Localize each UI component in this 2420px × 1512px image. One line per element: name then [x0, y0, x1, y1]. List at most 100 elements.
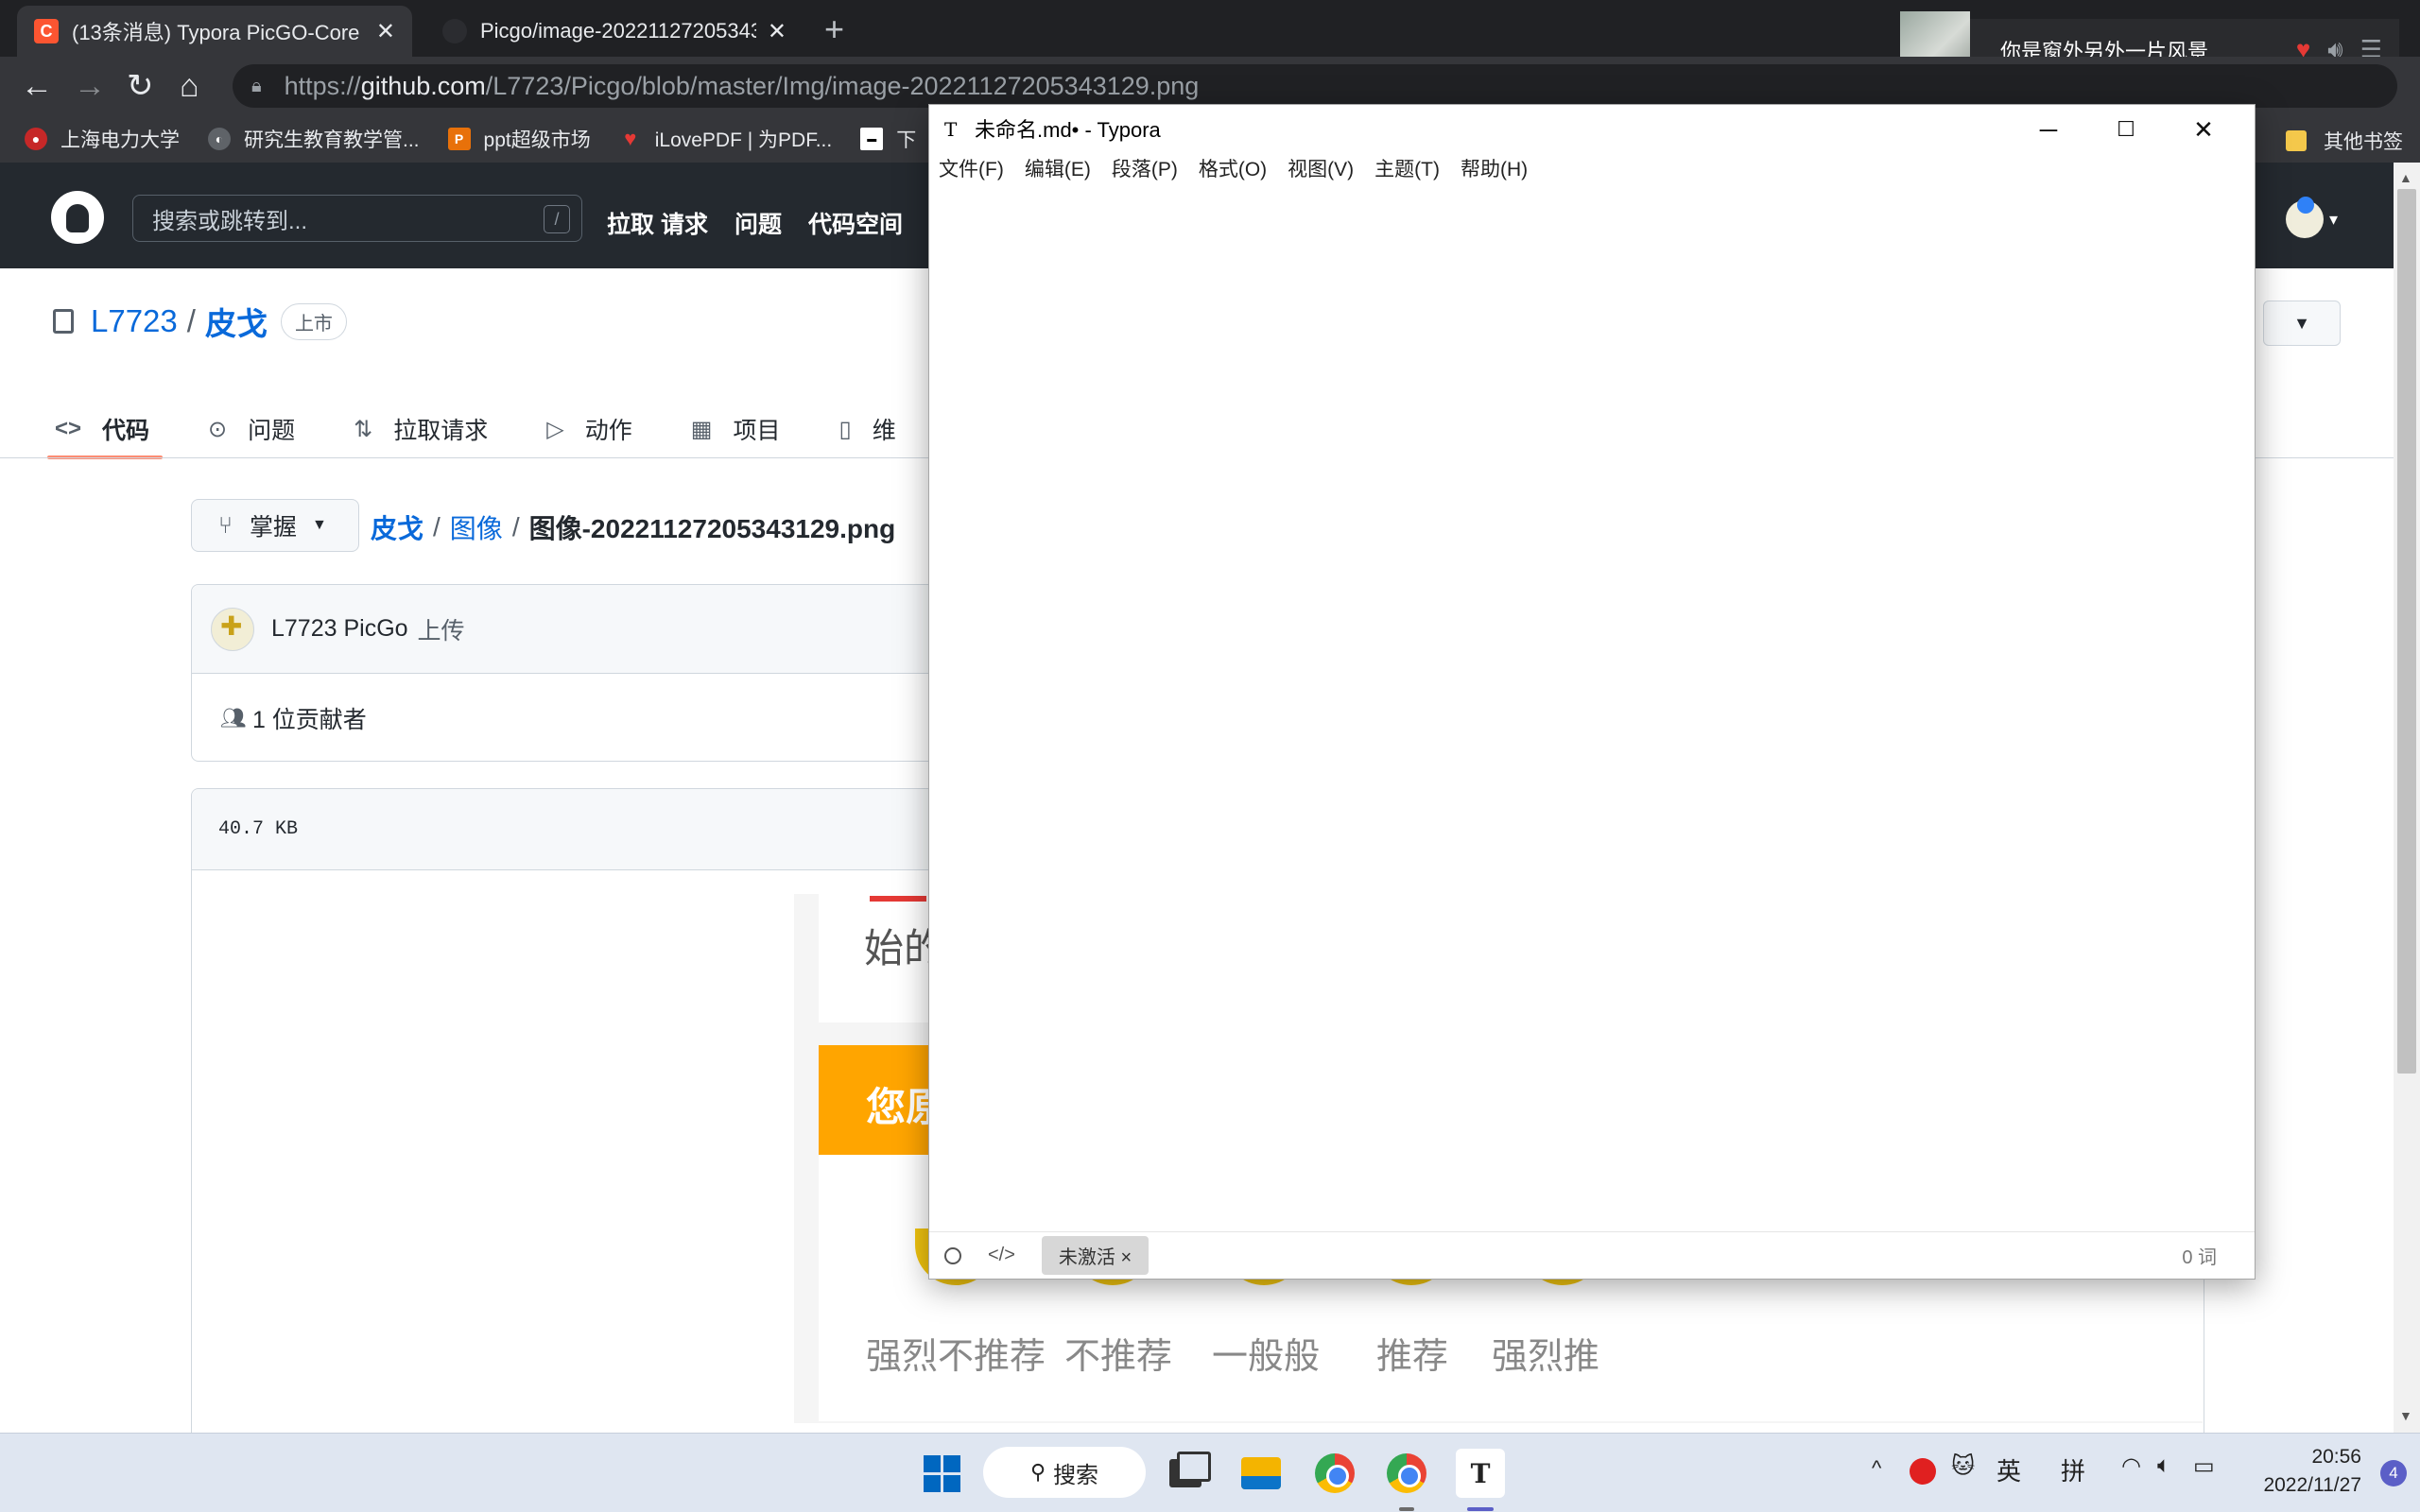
avatar[interactable]: [2286, 197, 2324, 238]
address-bar[interactable]: 🔒︎ https://github.com/L7723/Picgo/blob/m…: [233, 64, 2397, 108]
breadcrumb-repo[interactable]: 皮戈: [371, 508, 424, 546]
menu-view[interactable]: 视图(V): [1288, 154, 1354, 182]
ime-mode[interactable]: 拼: [2061, 1452, 2085, 1487]
repo-name-link[interactable]: 皮戈: [205, 299, 268, 344]
rating-label: 不推荐: [1064, 1337, 1173, 1377]
nav-pull-requests[interactable]: 拉取 请求: [607, 206, 708, 240]
search-icon: ⚲: [1029, 1460, 1046, 1484]
windows-logo-icon: [923, 1454, 960, 1492]
chrome-button[interactable]: [1382, 1449, 1431, 1498]
browser-tab-github[interactable]: Picgo/image-20221127205343 ✕: [425, 6, 804, 57]
ime-language[interactable]: 英: [1996, 1452, 2021, 1487]
chrome-icon: [1315, 1453, 1355, 1493]
chrome-button[interactable]: [1310, 1449, 1359, 1498]
menu-file[interactable]: 文件(F): [939, 154, 1004, 182]
rating-label: 一般般: [1212, 1337, 1321, 1377]
chevron-down-icon: ▼: [2293, 313, 2310, 333]
task-view-button[interactable]: [1161, 1449, 1211, 1498]
volume-icon[interactable]: 🔈︎: [2157, 1452, 2170, 1479]
task-view-icon: [1169, 1452, 1211, 1487]
window-title: 未命名.md• - Typora: [975, 118, 1161, 142]
word-count[interactable]: 0 词: [2182, 1242, 2217, 1269]
menu-edit[interactable]: 编辑(E): [1025, 154, 1091, 182]
source-code-icon[interactable]: </>: [988, 1245, 1015, 1266]
avatar[interactable]: [211, 607, 254, 651]
breadcrumb: 皮戈 / 图像 / 图像-20221127205343129.png: [371, 508, 895, 546]
scroll-down-icon[interactable]: ▼: [2399, 1408, 2412, 1423]
close-icon[interactable]: ✕: [376, 18, 395, 45]
wifi-icon[interactable]: ◠: [2121, 1452, 2141, 1480]
repo-icon: [53, 309, 74, 334]
repo-dropdown-button[interactable]: ▼: [2263, 301, 2341, 346]
activation-badge[interactable]: 未激活 ×: [1041, 1236, 1150, 1275]
other-bookmarks[interactable]: 其他书签: [2286, 127, 2403, 155]
typora-logo-icon: T: [944, 118, 958, 141]
lock-icon[interactable]: 🔒︎: [251, 76, 262, 97]
menu-format[interactable]: 格式(O): [1199, 154, 1267, 182]
bookmark-item[interactable]: ♥ iLovePDF | 为PDF...: [619, 125, 832, 153]
chevron-up-icon[interactable]: ^: [1872, 1456, 1881, 1481]
menu-paragraph[interactable]: 段落(P): [1112, 154, 1178, 182]
tab-projects[interactable]: ▦ 项目: [691, 401, 781, 457]
repo-title: L7723 / 皮戈 上市: [53, 299, 347, 344]
tab-actions[interactable]: ▷ 动作: [546, 401, 631, 457]
book-icon: ▯: [838, 416, 852, 442]
home-icon[interactable]: ⌂: [180, 68, 199, 104]
maximize-icon[interactable]: ☐: [2088, 111, 2164, 148]
clock[interactable]: 20:56 2022/11/27: [2263, 1443, 2361, 1500]
cat-icon[interactable]: 🐱︎: [1951, 1452, 1975, 1480]
rating-label: 强烈推: [1492, 1337, 1600, 1377]
outline-toggle-icon[interactable]: [944, 1246, 961, 1264]
browser-tab-csdn[interactable]: C (13条消息) Typora PicGO-Core ✕: [17, 6, 412, 57]
typora-button[interactable]: T: [1456, 1449, 1505, 1498]
bookmark-item[interactable]: ▬ 下: [860, 125, 916, 153]
battery-icon[interactable]: ▭: [2193, 1452, 2215, 1480]
chevron-down-icon[interactable]: ▾: [2329, 210, 2338, 230]
github-logo-icon[interactable]: [51, 191, 104, 244]
commit-message[interactable]: 上传: [418, 612, 465, 646]
play-icon: ▷: [546, 416, 564, 442]
csdn-favicon-icon: C: [34, 19, 59, 43]
file-explorer-button[interactable]: [1236, 1449, 1286, 1498]
notification-badge[interactable]: 4: [2380, 1460, 2407, 1486]
rating-label: 强烈不推荐: [866, 1337, 1046, 1377]
nav-codespaces[interactable]: 代码空间: [808, 206, 903, 240]
back-icon[interactable]: ←: [21, 68, 53, 104]
reload-icon[interactable]: ↻: [127, 68, 154, 104]
netease-music-icon[interactable]: [1910, 1458, 1936, 1485]
chevron-down-icon: ▼: [312, 517, 327, 533]
scroll-up-icon[interactable]: ▲: [2399, 170, 2412, 185]
tab-pull-requests[interactable]: ⇅ 拉取请求: [354, 401, 488, 457]
issue-icon: ⊙: [208, 416, 228, 442]
tab-wiki[interactable]: ▯ 维: [838, 401, 895, 457]
menu-themes[interactable]: 主题(T): [1374, 154, 1440, 182]
scrollbar-thumb[interactable]: [2397, 189, 2416, 1074]
forward-icon[interactable]: →: [74, 68, 106, 104]
globe-icon: ◐: [208, 128, 231, 150]
bookmark-item[interactable]: Pppt超级市场: [447, 125, 591, 153]
branch-selector[interactable]: ⑂ 掌握 ▼: [191, 499, 359, 552]
ppt-icon: P: [447, 128, 471, 150]
start-button[interactable]: [917, 1449, 966, 1498]
site-icon: ▬: [860, 128, 884, 150]
bookmark-item[interactable]: ◐ 研究生教育教学管...: [208, 125, 420, 153]
search-input[interactable]: 搜索或跳转到... /: [132, 195, 582, 242]
nav-issues[interactable]: 问题: [735, 206, 782, 240]
taskbar-search[interactable]: ⚲ 搜索: [983, 1447, 1146, 1498]
shortcut-key: /: [544, 205, 570, 233]
menu-help[interactable]: 帮助(H): [1461, 154, 1528, 182]
folder-icon: [2286, 130, 2307, 151]
editor-area[interactable]: [929, 192, 2255, 1231]
bookmark-item[interactable]: ● 上海电力大学: [25, 125, 180, 153]
breadcrumb-dir[interactable]: 图像: [450, 508, 503, 546]
repo-owner-link[interactable]: L7723: [91, 303, 178, 339]
close-icon[interactable]: ✕: [2166, 111, 2241, 148]
minimize-icon[interactable]: ─: [2011, 111, 2086, 148]
close-icon[interactable]: ✕: [768, 18, 786, 45]
tab-title: (13条消息) Typora PicGO-Core: [72, 21, 360, 44]
new-tab-button[interactable]: +: [824, 9, 844, 49]
tab-issues[interactable]: ⊙ 问题: [208, 401, 295, 457]
commit-author[interactable]: L7723 PicGo: [271, 615, 408, 643]
code-icon: <>: [55, 416, 82, 441]
tab-code[interactable]: <> 代码: [46, 401, 164, 459]
